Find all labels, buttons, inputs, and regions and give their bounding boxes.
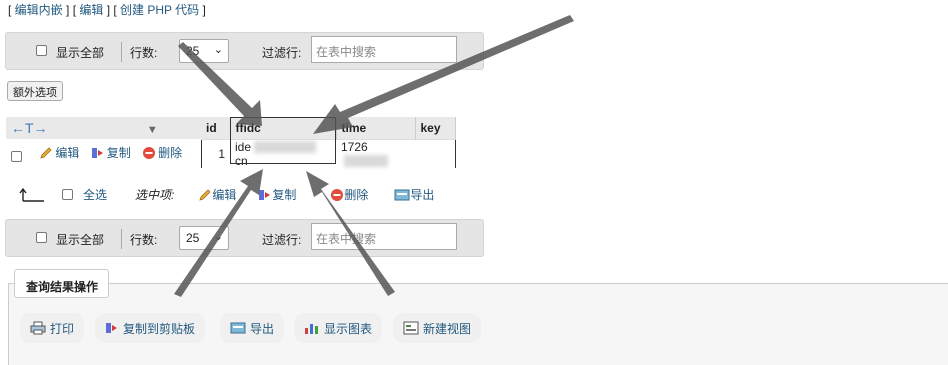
filter-label: 过滤行: (262, 46, 302, 60)
chevron-down-icon: ⌄ (213, 44, 223, 56)
table-row: 编辑 复制 删除 1 idecn 1726 (6, 138, 456, 168)
bar-chart-icon (305, 324, 318, 334)
show-chart-button[interactable]: 显示图表 (294, 313, 383, 343)
cell-id: 1 (200, 138, 230, 168)
bulk-actions: 全选 选中项: 编辑 复制 删除 导出 (18, 186, 434, 203)
show-all-checkbox[interactable] (36, 232, 47, 243)
row-checkbox[interactable] (11, 150, 22, 162)
pencil-icon (40, 146, 52, 159)
redaction-blur (254, 141, 317, 154)
filter-label: 过滤行: (262, 233, 302, 247)
table-header-row: ←T→ ▼ id ffidc time key (6, 117, 456, 139)
query-ops-title: 查询结果操作 (14, 269, 109, 298)
export-button[interactable]: 导出 (220, 313, 285, 343)
divider (121, 42, 122, 62)
row-actions: 编辑 复制 删除 (6, 139, 201, 168)
column-header-ffidc[interactable]: ffidc (230, 117, 337, 139)
bulk-copy-button[interactable]: 复制 (258, 186, 296, 203)
column-header-time[interactable]: time (336, 117, 416, 139)
print-button[interactable]: 打印 (20, 313, 85, 343)
rows-select-value: 25 (186, 44, 200, 58)
select-all-label[interactable]: 全选 (83, 186, 107, 203)
rows-label: 行数: (130, 46, 158, 60)
show-all-checkbox[interactable] (36, 45, 47, 56)
filter-input[interactable]: 在表中搜索 (311, 36, 457, 63)
bulk-delete-button[interactable]: 删除 (330, 186, 368, 203)
printer-icon (30, 321, 46, 335)
select-all-checkbox[interactable] (62, 189, 73, 200)
edit-inline-link[interactable]: 编辑内嵌 (15, 3, 63, 17)
arrow-up-left-icon (19, 187, 44, 202)
nav-bar-bottom: 显示全部 行数: 25 ⌄ 过滤行: 在表中搜索 (5, 219, 484, 257)
delete-icon (143, 146, 156, 159)
filter-input[interactable]: 在表中搜索 (311, 223, 457, 250)
divider (121, 229, 122, 249)
copy-icon (91, 147, 103, 158)
delete-icon (331, 188, 344, 201)
bulk-export-button[interactable]: 导出 (394, 186, 434, 203)
nav-bar-top: 显示全部 行数: 25 ⌄ 过滤行: 在表中搜索 (5, 32, 484, 70)
row-copy-button[interactable]: 复制 (91, 144, 131, 161)
show-all-label: 显示全部 (56, 233, 105, 247)
rows-select-value: 25 (186, 231, 200, 245)
edit-link[interactable]: 编辑 (79, 3, 103, 17)
rows-label: 行数: (130, 233, 158, 247)
view-icon (403, 321, 419, 335)
row-edit-button[interactable]: 编辑 (39, 144, 79, 161)
column-header-key[interactable]: key (415, 117, 456, 139)
copy-icon (259, 189, 271, 200)
rows-select[interactable]: 25 ⌄ (179, 39, 229, 63)
row-delete-button[interactable]: 删除 (142, 144, 182, 161)
redaction-blur (344, 155, 388, 168)
table-controls-header: ←T→ ▼ (6, 117, 201, 139)
sort-triangle-icon[interactable]: ▼ (147, 124, 158, 136)
create-view-button[interactable]: 新建视图 (393, 313, 482, 343)
extra-options-button[interactable]: 额外选项 (7, 81, 63, 101)
results-table: ←T→ ▼ id ffidc time key 编辑 复制 删除 1 idecn… (6, 117, 456, 168)
cell-ffidc: idecn (230, 138, 336, 168)
bulk-edit-button[interactable]: 编辑 (198, 186, 236, 203)
chevron-down-icon: ⌄ (213, 231, 223, 243)
create-php-link[interactable]: 创建 PHP 代码 (120, 3, 199, 17)
pencil-icon (199, 188, 211, 201)
selected-label: 选中项: (135, 188, 175, 202)
top-links: [ 编辑内嵌 ] [ 编辑 ] [ 创建 PHP 代码 ] (8, 3, 206, 17)
copy-clipboard-button[interactable]: 复制到剪贴板 (95, 313, 206, 343)
export-icon (230, 322, 246, 334)
cell-time: 1726 (336, 138, 415, 168)
cell-key (415, 138, 456, 168)
show-all-label: 显示全部 (56, 46, 105, 60)
column-header-id[interactable]: id (201, 117, 231, 139)
copy-icon (106, 323, 117, 333)
column-arrows-icon[interactable]: ←T→ (11, 120, 48, 136)
export-icon (394, 189, 410, 200)
rows-select[interactable]: 25 ⌄ (179, 226, 229, 250)
